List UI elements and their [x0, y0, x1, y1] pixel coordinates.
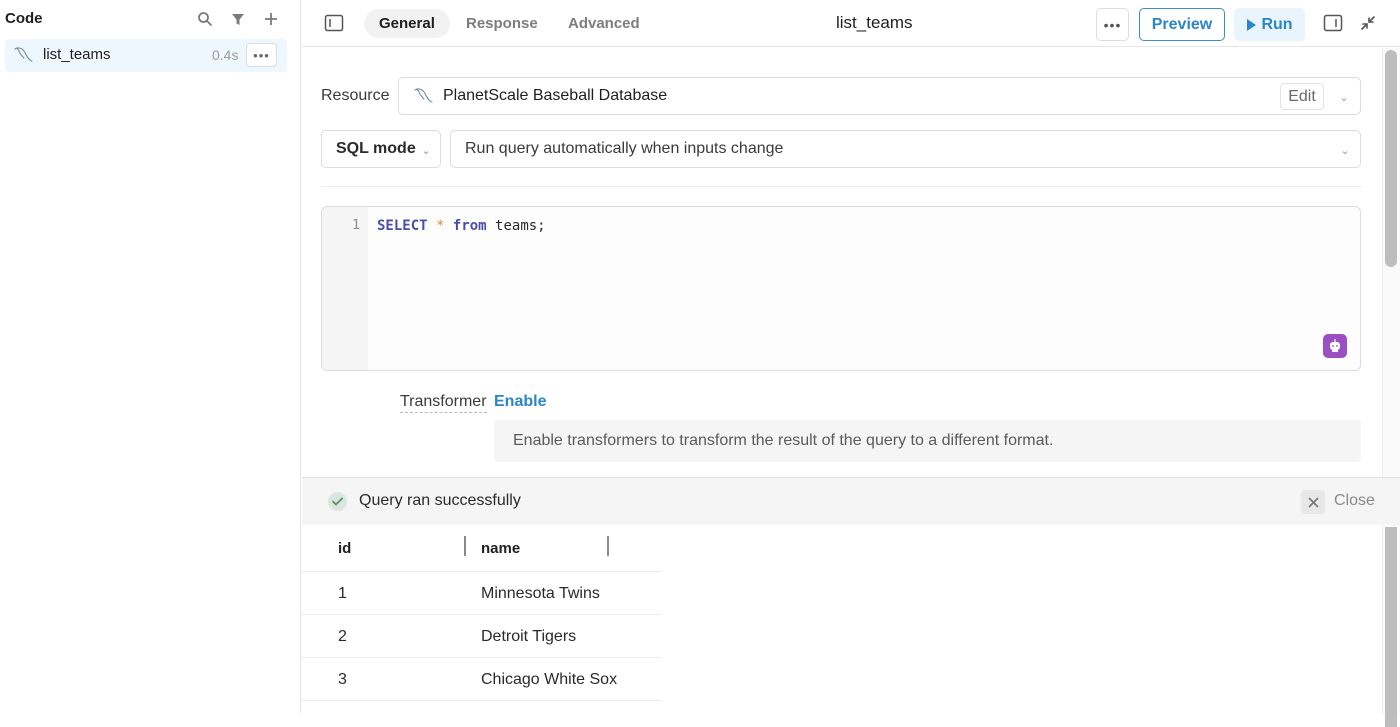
- edit-resource-button[interactable]: Edit: [1280, 83, 1324, 110]
- column-header-name[interactable]: name: [481, 525, 520, 572]
- sql-mode-value: SQL mode: [336, 140, 416, 157]
- code-sidebar: Code list_teams 0.4s •••: [0, 0, 301, 713]
- success-check-icon: [328, 492, 347, 511]
- sql-identifier: teams;: [486, 218, 546, 234]
- table-row[interactable]: 3 Chicago White Sox: [302, 658, 661, 701]
- cell-id: 3: [338, 670, 347, 688]
- run-button[interactable]: Run: [1234, 8, 1305, 41]
- chevron-down-icon: ⌄: [1340, 144, 1350, 157]
- query-title: list_teams: [836, 13, 913, 32]
- sql-keyword: SELECT: [377, 218, 428, 234]
- transformer-label: Transformer: [400, 393, 487, 413]
- results-scrollbar[interactable]: [1382, 525, 1400, 727]
- line-number: 1: [352, 218, 360, 233]
- cell-id: 1: [338, 584, 347, 602]
- tab-response[interactable]: Response: [451, 9, 553, 38]
- preview-button[interactable]: Preview: [1139, 8, 1225, 41]
- ai-assistant-button[interactable]: [1323, 334, 1347, 358]
- right-panel-toggle-icon[interactable]: [1323, 14, 1343, 32]
- column-resize-handle[interactable]: [464, 536, 466, 556]
- chevron-down-icon: ⌄: [421, 144, 431, 157]
- mysql-dolphin-icon: [13, 45, 35, 70]
- scrollbar-thumb[interactable]: [1385, 50, 1397, 267]
- table-header: id name: [302, 525, 661, 572]
- scrollbar-thumb[interactable]: [1385, 527, 1397, 727]
- general-settings: Resource PlanetScale Baseball Database E…: [302, 48, 1381, 478]
- tab-general[interactable]: General: [364, 9, 450, 38]
- search-icon[interactable]: [194, 8, 216, 30]
- cell-name: Minnesota Twins: [481, 584, 600, 602]
- run-trigger-select[interactable]: Run query automatically when inputs chan…: [450, 130, 1361, 168]
- run-label: Run: [1261, 15, 1293, 33]
- mysql-dolphin-icon: [413, 86, 435, 111]
- tab-advanced[interactable]: Advanced: [553, 9, 655, 38]
- transformer-info-box: Enable transformers to transform the res…: [494, 420, 1361, 462]
- resource-select[interactable]: PlanetScale Baseball Database Edit ⌄: [398, 77, 1361, 115]
- plus-icon[interactable]: [260, 8, 282, 30]
- cell-name: Detroit Tigers: [481, 627, 577, 645]
- table-row[interactable]: 1 Minnesota Twins: [302, 572, 661, 615]
- sidebar-title: Code: [5, 10, 43, 27]
- run-trigger-value: Run query automatically when inputs chan…: [465, 140, 784, 157]
- column-resize-handle[interactable]: [607, 536, 609, 556]
- collapse-icon[interactable]: [1358, 13, 1378, 33]
- resource-label: Resource: [321, 87, 390, 104]
- sql-keyword: from: [452, 218, 487, 234]
- robot-icon: [1330, 339, 1340, 352]
- enable-transformer-link[interactable]: Enable: [494, 393, 546, 411]
- results-table: id name 1 Minnesota Twins 2 Detroit Tige…: [302, 525, 661, 701]
- query-status-bar: Query ran successfully Close: [302, 478, 1400, 525]
- line-gutter: 1: [322, 207, 368, 370]
- results-panel: Query ran successfully Close id name 1 M…: [302, 477, 1400, 727]
- resource-value: PlanetScale Baseball Database: [443, 87, 668, 104]
- code-line[interactable]: SELECT * from teams;: [377, 218, 546, 234]
- left-panel-toggle-icon[interactable]: [324, 14, 344, 32]
- close-icon[interactable]: [1301, 490, 1325, 514]
- query-editor-panel: General Response Advanced list_teams •••…: [302, 0, 1400, 727]
- status-message: Query ran successfully: [359, 492, 521, 509]
- transformer-description: Enable transformers to transform the res…: [513, 432, 1054, 449]
- play-icon: [1247, 18, 1257, 31]
- query-more-button[interactable]: •••: [246, 43, 277, 67]
- filter-icon[interactable]: [227, 8, 249, 30]
- cell-id: 2: [338, 627, 347, 645]
- chevron-down-icon: ⌄: [1339, 91, 1349, 104]
- table-row[interactable]: 2 Detroit Tigers: [302, 615, 661, 658]
- editor-toolbar: General Response Advanced list_teams •••…: [302, 0, 1400, 47]
- divider: [321, 186, 1361, 187]
- sql-code-editor[interactable]: 1 SELECT * from teams;: [321, 206, 1361, 371]
- query-name: list_teams: [43, 46, 111, 63]
- cell-name: Chicago White Sox: [481, 670, 618, 688]
- more-options-button[interactable]: •••: [1096, 8, 1129, 41]
- close-results-button[interactable]: Close: [1334, 492, 1375, 510]
- sql-mode-select[interactable]: SQL mode ⌄: [321, 130, 441, 168]
- column-header-id[interactable]: id: [338, 525, 351, 572]
- sidebar-header: Code: [0, 0, 300, 38]
- query-list-item[interactable]: list_teams 0.4s •••: [5, 39, 287, 72]
- editor-scrollbar[interactable]: [1382, 48, 1400, 478]
- query-runtime: 0.4s: [212, 47, 239, 63]
